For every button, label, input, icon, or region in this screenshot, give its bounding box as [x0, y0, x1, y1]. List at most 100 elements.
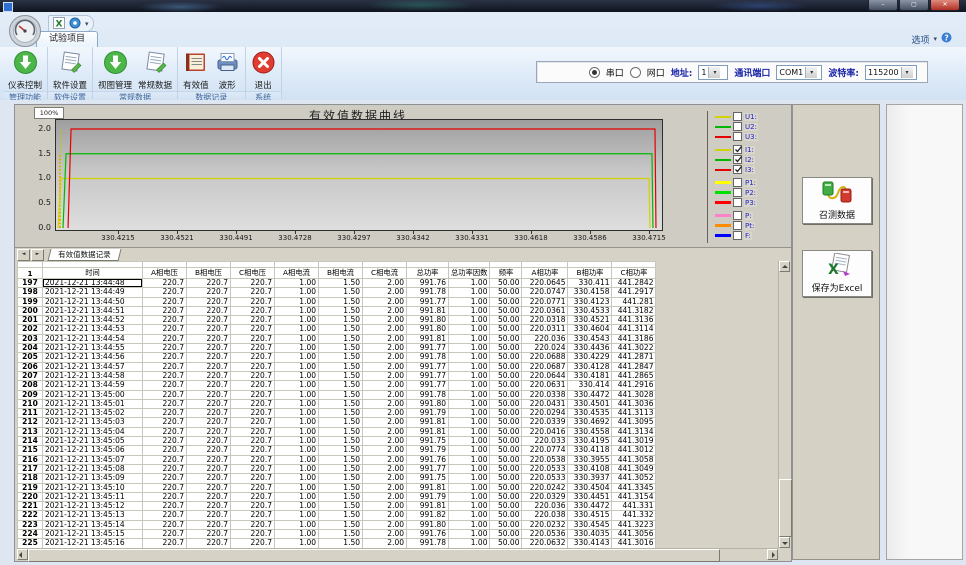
legend-checkbox[interactable] [733, 221, 742, 230]
fetch-data-button[interactable]: 召测数据 [802, 177, 872, 224]
dropdown-arrow-icon[interactable]: ▾ [805, 67, 817, 78]
x-axis-tick-label: 330.4586 [562, 234, 618, 242]
table-row[interactable]: 2142021-12-21 13:45:05220.7220.7220.71.0… [18, 437, 656, 446]
table-row[interactable]: 2082021-12-21 13:44:59220.7220.7220.71.0… [18, 381, 656, 390]
help-icon[interactable]: ? [941, 32, 952, 46]
y-axis-tick-label: 0.5 [29, 198, 51, 207]
table-row[interactable]: 2192021-12-21 13:45:10220.7220.7220.71.0… [18, 483, 656, 492]
table-row[interactable]: 2162021-12-21 13:45:07220.7220.7220.71.0… [18, 455, 656, 464]
ribbon-button-label: 软件设置 [53, 79, 87, 91]
app-menu-orb[interactable] [8, 14, 42, 48]
column-header[interactable]: C相功率 [612, 268, 656, 279]
network-port-radio[interactable] [630, 67, 641, 78]
rms-value-button[interactable]: 有效值 [180, 49, 212, 91]
window-titlebar[interactable]: – ▢ ✕ [0, 0, 966, 12]
legend-checkbox[interactable] [733, 211, 742, 220]
legend-checkbox[interactable] [733, 198, 742, 207]
column-header[interactable]: C相电压 [231, 268, 275, 279]
table-section: ◄ ► 有效值数据记录 1时间A相电压B相电压C相电压A相电流B相电流C相电流总… [15, 247, 791, 561]
data-sheet-tab[interactable]: 有效值数据记录 [48, 249, 121, 261]
exit-button[interactable]: 退出 [248, 49, 279, 91]
table-row[interactable]: 2032021-12-21 13:44:54220.7220.7220.71.0… [18, 334, 656, 343]
table-row[interactable]: 2052021-12-21 13:44:56220.7220.7220.71.0… [18, 353, 656, 362]
maximize-button[interactable]: ▢ [899, 0, 929, 11]
legend-checkbox[interactable] [733, 155, 742, 164]
com-port-select[interactable]: COM1▾ [776, 65, 822, 80]
instrument-control-button[interactable]: 仪表控制 [5, 49, 45, 91]
horizontal-scrollbar-thumb[interactable] [28, 549, 720, 562]
table-row[interactable]: 2102021-12-21 13:45:01220.7220.7220.71.0… [18, 399, 656, 408]
column-header[interactable]: A相功率 [522, 268, 568, 279]
address-select[interactable]: 1▾ [698, 65, 728, 80]
legend-checkbox[interactable] [733, 145, 742, 154]
plot-area[interactable] [55, 119, 663, 231]
table-row[interactable]: 2202021-12-21 13:45:11220.7220.7220.71.0… [18, 492, 656, 501]
table-row[interactable]: 2242021-12-21 13:45:15220.7220.7220.71.0… [18, 530, 656, 539]
table-row[interactable]: 2132021-12-21 13:45:04220.7220.7220.71.0… [18, 427, 656, 436]
column-header[interactable]: C相电流 [363, 268, 407, 279]
ribbon-body: 仪表控制管理功能软件设置软件设置视图管理常规数据常规数据有效值波形数据记录退出系… [0, 47, 966, 100]
table-row[interactable]: 2182021-12-21 13:45:09220.7220.7220.71.0… [18, 474, 656, 483]
table-row[interactable]: 2062021-12-21 13:44:57220.7220.7220.71.0… [18, 362, 656, 371]
x-axis-tick-label: 330.4215 [90, 234, 146, 242]
dropdown-arrow-icon[interactable]: ▾ [901, 67, 913, 78]
table-row[interactable]: 2122021-12-21 13:45:03220.7220.7220.71.0… [18, 418, 656, 427]
table-row[interactable]: 2072021-12-21 13:44:58220.7220.7220.71.0… [18, 371, 656, 380]
options-button[interactable]: 选项 [911, 33, 929, 46]
dropdown-arrow-icon[interactable]: ▾ [708, 67, 720, 78]
column-header[interactable]: 总功率 [407, 268, 449, 279]
view-management-button[interactable]: 视图管理 [95, 49, 135, 91]
table-row[interactable]: 2112021-12-21 13:45:02220.7220.7220.71.0… [18, 409, 656, 418]
table-row[interactable]: 2092021-12-21 13:45:00220.7220.7220.71.0… [18, 390, 656, 399]
column-header[interactable]: A相电压 [143, 268, 187, 279]
regular-data-button[interactable]: 常规数据 [135, 49, 175, 91]
table-row[interactable]: 2152021-12-21 13:45:06220.7220.7220.71.0… [18, 446, 656, 455]
minimize-button[interactable]: – [868, 0, 898, 11]
tab-scroll-right-icon[interactable]: ► [31, 249, 44, 261]
table-row[interactable]: 2232021-12-21 13:45:14220.7220.7220.71.0… [18, 520, 656, 529]
table-row[interactable]: 2222021-12-21 13:45:13220.7220.7220.71.0… [18, 511, 656, 520]
table-row[interactable]: 2042021-12-21 13:44:55220.7220.7220.71.0… [18, 344, 656, 353]
column-header[interactable]: 时间 [43, 268, 143, 279]
rms-data-table[interactable]: 1时间A相电压B相电压C相电压A相电流B相电流C相电流总功率总功率因数频率A相功… [17, 261, 656, 548]
column-header[interactable]: 总功率因数 [449, 268, 490, 279]
horizontal-scrollbar[interactable] [17, 548, 778, 561]
table-row[interactable]: 1982021-12-21 13:44:49220.7220.7220.71.0… [18, 288, 656, 297]
legend-checkbox[interactable] [733, 188, 742, 197]
close-button[interactable]: ✕ [930, 0, 960, 11]
legend-item: I2: [715, 155, 785, 164]
legend-checkbox[interactable] [733, 165, 742, 174]
qat-dropdown-icon[interactable]: ▾ [85, 20, 89, 28]
chevron-down-icon[interactable]: ▾ [933, 35, 937, 43]
table-row[interactable]: 2252021-12-21 13:45:16220.7220.7220.71.0… [18, 539, 656, 548]
column-header[interactable]: 频率 [490, 268, 522, 279]
data-grid[interactable]: 1时间A相电压B相电压C相电压A相电流B相电流C相电流总功率总功率因数频率A相功… [17, 261, 778, 548]
column-header[interactable]: B相功率 [568, 268, 612, 279]
ribbon-button-label: 有效值 [183, 79, 209, 91]
software-settings-button[interactable]: 软件设置 [50, 49, 90, 91]
table-row[interactable]: 2212021-12-21 13:45:12220.7220.7220.71.0… [18, 502, 656, 511]
table-row[interactable]: 1972021-12-21 13:44:48220.7220.7220.71.0… [18, 279, 656, 288]
table-row[interactable]: 1992021-12-21 13:44:50220.7220.7220.71.0… [18, 297, 656, 306]
legend-checkbox[interactable] [733, 231, 742, 240]
y-axis-tick-label: 1.5 [29, 149, 51, 158]
waveform-button[interactable]: 波形 [212, 49, 243, 91]
table-row[interactable]: 2022021-12-21 13:44:53220.7220.7220.71.0… [18, 325, 656, 334]
table-row[interactable]: 2002021-12-21 13:44:51220.7220.7220.71.0… [18, 306, 656, 315]
legend-checkbox[interactable] [733, 178, 742, 187]
tab-scroll-left-icon[interactable]: ◄ [17, 249, 30, 261]
legend-checkbox[interactable] [733, 122, 742, 131]
vertical-scrollbar[interactable] [778, 261, 791, 548]
baud-rate-select[interactable]: 115200▾ [865, 65, 917, 80]
column-header[interactable]: B相电流 [319, 268, 363, 279]
legend-checkbox[interactable] [733, 112, 742, 121]
save-excel-button[interactable]: X 保存为Excel [802, 250, 872, 297]
serial-port-radio[interactable] [589, 67, 600, 78]
tab-test-project[interactable]: 试验项目 [36, 31, 98, 47]
table-row[interactable]: 2172021-12-21 13:45:08220.7220.7220.71.0… [18, 464, 656, 473]
table-row[interactable]: 2012021-12-21 13:44:52220.7220.7220.71.0… [18, 316, 656, 325]
vertical-scrollbar-thumb[interactable] [779, 479, 792, 537]
column-header[interactable]: B相电压 [187, 268, 231, 279]
column-header[interactable]: A相电流 [275, 268, 319, 279]
legend-checkbox[interactable] [733, 132, 742, 141]
